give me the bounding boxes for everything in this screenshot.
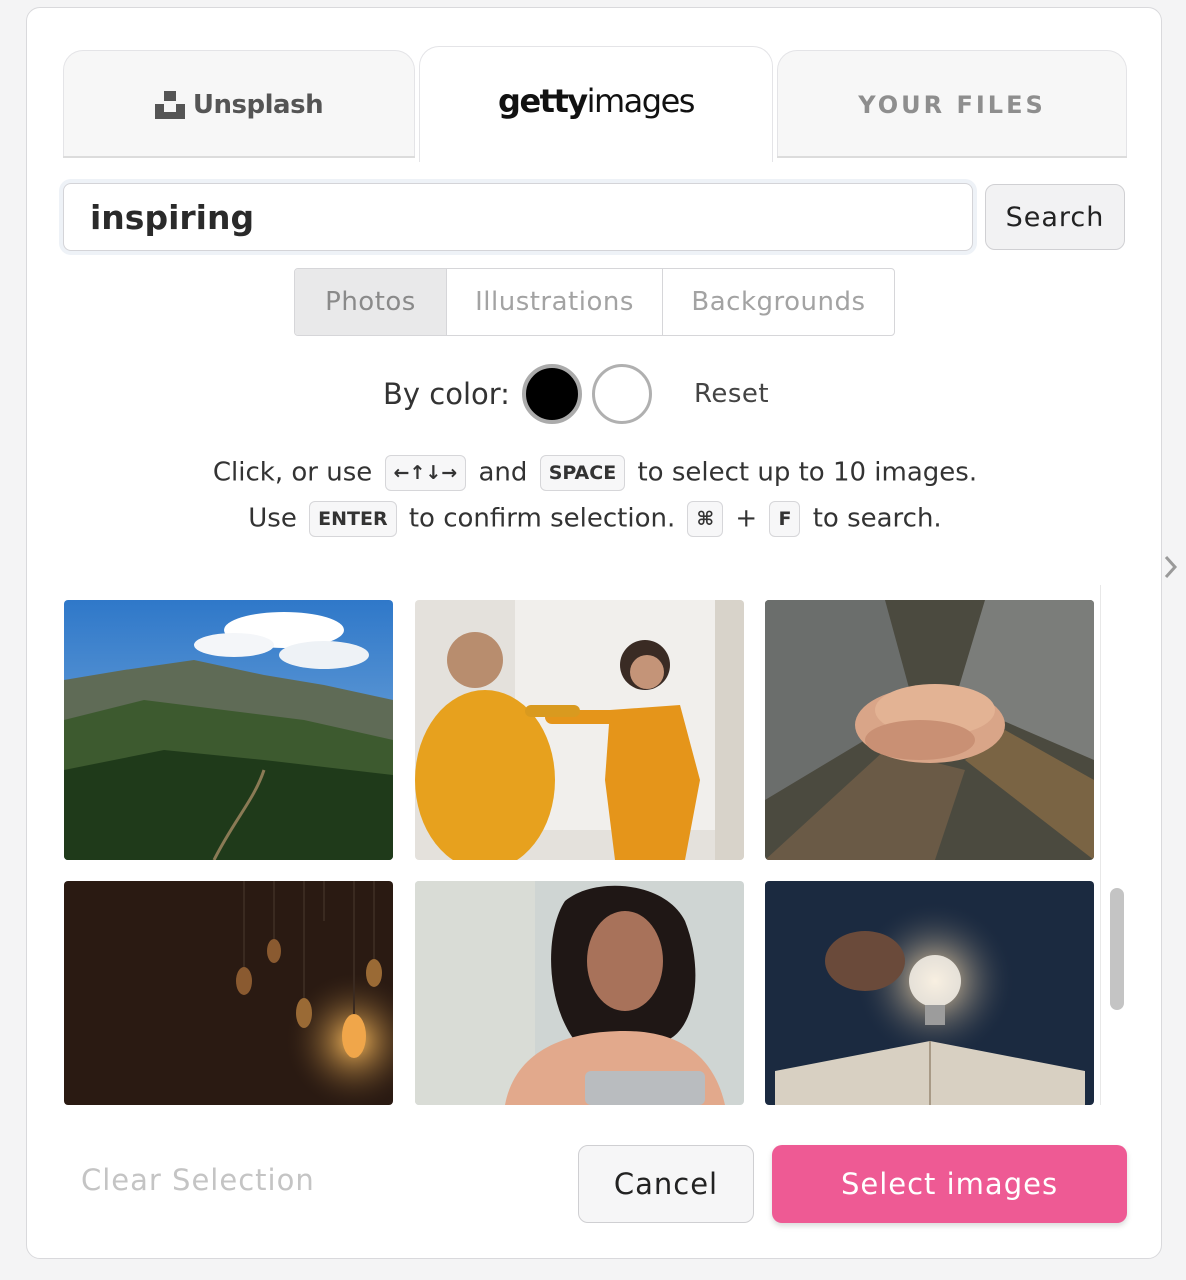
- tab-divider: [777, 156, 1127, 158]
- image-grid: [64, 585, 1130, 1105]
- select-images-button[interactable]: Select images: [772, 1145, 1127, 1223]
- image-picker-dialog: Unsplash gettyimages YOUR FILES Search P…: [26, 7, 1162, 1259]
- image-tile-bulb-on-book[interactable]: [765, 881, 1094, 1105]
- image-tile-smiling-woman[interactable]: [415, 881, 744, 1105]
- unsplash-logo-icon: [154, 90, 185, 119]
- image-grid-scrollbar-thumb[interactable]: [1110, 888, 1124, 1010]
- tab-unsplash[interactable]: Unsplash: [63, 50, 415, 158]
- image-tile-hanging-bulbs[interactable]: [64, 881, 393, 1105]
- image-tile-women-pointing[interactable]: [415, 600, 744, 860]
- f-key-hint: F: [769, 501, 801, 537]
- keyboard-help-line-2: Use ENTER to confirm selection. ⌘ + F to…: [27, 501, 1163, 537]
- space-key-hint: SPACE: [539, 455, 626, 491]
- color-filter-label: By color:: [383, 377, 510, 411]
- tab-your-files-label: YOUR FILES: [858, 90, 1046, 119]
- tab-unsplash-label: Unsplash: [192, 89, 324, 120]
- color-filter: By color: Reset: [383, 364, 769, 424]
- cancel-button[interactable]: Cancel: [578, 1145, 754, 1223]
- enter-key-hint: ENTER: [309, 501, 397, 537]
- cmd-key-hint: ⌘: [687, 501, 724, 537]
- tab-divider: [63, 156, 415, 158]
- filter-backgrounds[interactable]: Backgrounds: [662, 269, 894, 335]
- arrow-keys-hint: ←↑↓→: [384, 455, 467, 491]
- search-input[interactable]: [63, 183, 973, 251]
- color-swatch-white[interactable]: [591, 364, 652, 424]
- clear-selection-button[interactable]: Clear Selection: [81, 1163, 315, 1197]
- chevron-right-icon[interactable]: [1160, 552, 1180, 582]
- filter-illustrations[interactable]: Illustrations: [446, 269, 662, 335]
- filter-photos[interactable]: Photos: [295, 269, 446, 335]
- tab-your-files[interactable]: YOUR FILES: [777, 50, 1127, 158]
- getty-images-logo: gettyimages: [498, 81, 695, 120]
- image-tile-mountain[interactable]: [64, 600, 393, 860]
- tab-getty-images[interactable]: gettyimages: [419, 46, 773, 162]
- keyboard-help-line-1: Click, or use ←↑↓→ and SPACE to select u…: [27, 455, 1163, 491]
- image-type-filter: Photos Illustrations Backgrounds: [294, 268, 895, 336]
- color-swatch-black[interactable]: [521, 364, 582, 424]
- reset-color-button[interactable]: Reset: [694, 379, 769, 409]
- image-grid-scrollbar-track[interactable]: [1100, 585, 1131, 1105]
- image-tile-stacked-hands[interactable]: [765, 600, 1094, 860]
- search-button[interactable]: Search: [985, 184, 1125, 250]
